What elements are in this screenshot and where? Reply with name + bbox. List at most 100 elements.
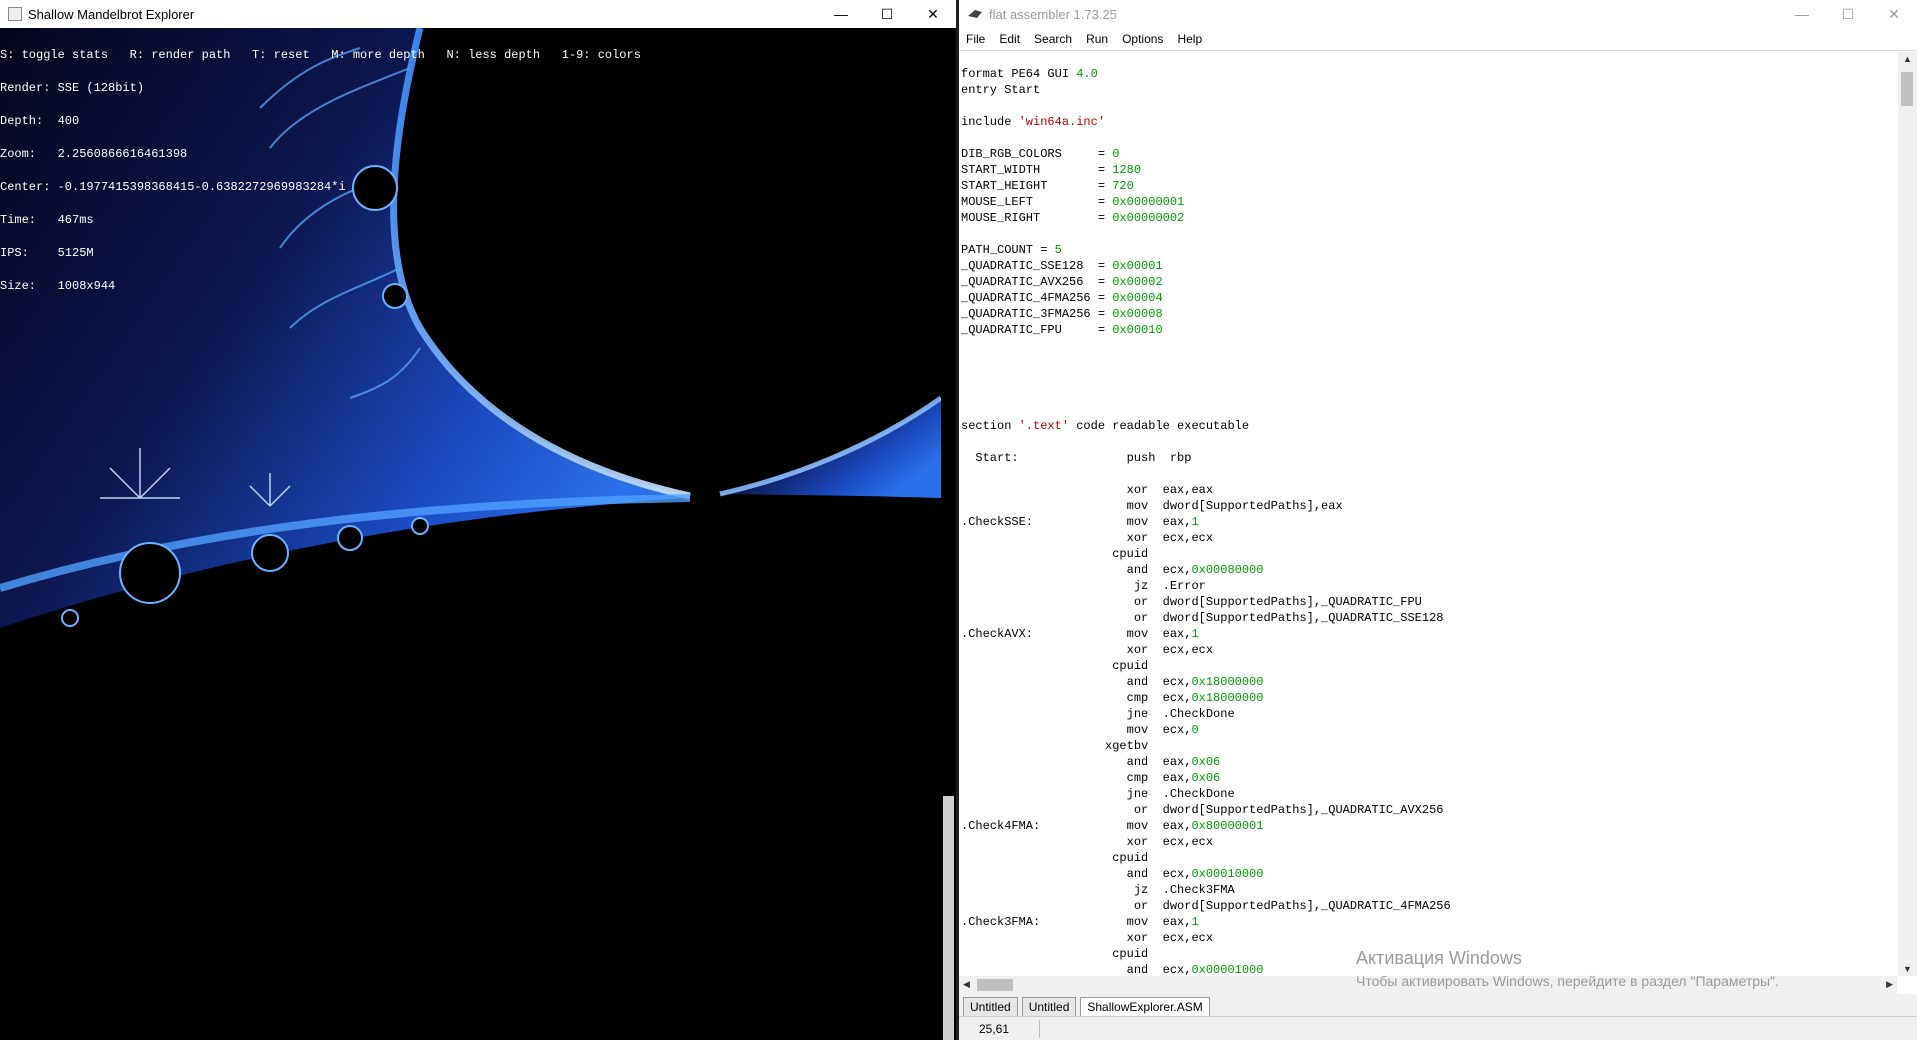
code-line[interactable]: _QUADRATIC_SSE128 = 0x00001 [961,258,1897,274]
code-line[interactable]: xor eax,eax [961,482,1897,498]
code-line[interactable]: _QUADRATIC_3FMA256 = 0x00008 [961,306,1897,322]
code-line[interactable]: .CheckAVX: mov eax,1 [961,626,1897,642]
maximize-button[interactable]: ☐ [1825,0,1871,28]
scroll-left-arrow-icon[interactable]: ◀ [963,979,970,990]
mandelbrot-titlebar[interactable]: Shallow Mandelbrot Explorer — ☐ ✕ [0,0,956,28]
maximize-button[interactable]: ☐ [864,0,910,28]
code-line[interactable]: MOUSE_RIGHT = 0x00000002 [961,210,1897,226]
code-line[interactable]: xgetbv [961,738,1897,754]
windows-activation-watermark: Активация Windows Чтобы активировать Win… [1356,948,1779,989]
code-line[interactable]: START_WIDTH = 1280 [961,162,1897,178]
code-text[interactable]: format PE64 GUI 4.0 entry Start include '… [959,52,1897,976]
cursor-position: 25,61 [979,1022,1010,1036]
code-line[interactable]: cpuid [961,546,1897,562]
code-line[interactable]: section '.text' code readable executable [961,418,1897,434]
code-line[interactable]: or dword[SupportedPaths],_QUADRATIC_4FMA… [961,898,1897,914]
code-line[interactable]: .CheckSSE: mov eax,1 [961,514,1897,530]
code-line[interactable] [961,354,1897,370]
editor-vertical-scrollbar[interactable]: ▲ ▼ [1898,52,1917,976]
status-bar: 25,61 [959,1016,1917,1040]
left-scrollbar-thumb[interactable] [943,796,954,1040]
code-line[interactable]: xor ecx,ecx [961,834,1897,850]
window-title: Shallow Mandelbrot Explorer [28,6,195,22]
code-line[interactable]: .Check4FMA: mov eax,0x80000001 [961,818,1897,834]
hud-line: Center: -0.1977415398368415-0.6382272969… [0,180,346,194]
code-line[interactable]: xor ecx,ecx [961,930,1897,946]
code-line[interactable]: and ecx,0x00010000 [961,866,1897,882]
code-line[interactable] [961,466,1897,482]
code-line[interactable]: jz .Error [961,578,1897,594]
hud-line: Time: 467ms [0,213,94,227]
code-line[interactable] [961,434,1897,450]
code-line[interactable] [961,98,1897,114]
code-line[interactable]: or dword[SupportedPaths],_QUADRATIC_SSE1… [961,610,1897,626]
scroll-down-arrow-icon[interactable]: ▼ [1903,964,1912,974]
code-line[interactable]: format PE64 GUI 4.0 [961,66,1897,82]
code-line[interactable]: entry Start [961,82,1897,98]
code-line[interactable]: jz .Check3FMA [961,882,1897,898]
code-line[interactable]: cpuid [961,850,1897,866]
code-line[interactable]: cmp eax,0x06 [961,770,1897,786]
menu-bar: File Edit Search Run Options Help [959,28,1917,51]
code-line[interactable]: xor ecx,ecx [961,642,1897,658]
menu-options[interactable]: Options [1115,32,1170,46]
code-line[interactable]: and ecx,0x00080000 [961,562,1897,578]
mandelbrot-window: Shallow Mandelbrot Explorer — ☐ ✕ S: tog… [0,0,956,1040]
code-line[interactable]: or dword[SupportedPaths],_QUADRATIC_FPU [961,594,1897,610]
code-line[interactable]: _QUADRATIC_4FMA256 = 0x00004 [961,290,1897,306]
code-line[interactable]: mov dword[SupportedPaths],eax [961,498,1897,514]
code-line[interactable]: cpuid [961,658,1897,674]
code-line[interactable]: include 'win64a.inc' [961,114,1897,130]
fasm-titlebar[interactable]: flat assembler 1.73.25 — ☐ ✕ [959,0,1917,28]
code-line[interactable] [961,386,1897,402]
app-icon [8,7,22,21]
tab-untitled-2[interactable]: Untitled [1021,997,1077,1016]
left-scrollbar[interactable] [941,28,956,1040]
tab-shallowexplorer-asm[interactable]: ShallowExplorer.ASM [1080,997,1210,1016]
code-line[interactable]: Start: push rbp [961,450,1897,466]
vertical-scrollbar-thumb[interactable] [1901,72,1913,106]
code-line[interactable]: jne .CheckDone [961,706,1897,722]
hud-line: Depth: 400 [0,114,80,128]
minimize-button[interactable]: — [818,0,864,28]
code-line[interactable]: _QUADRATIC_FPU = 0x00010 [961,322,1897,338]
menu-edit[interactable]: Edit [992,32,1027,46]
code-line[interactable]: PATH_COUNT = 5 [961,242,1897,258]
scroll-right-arrow-icon[interactable]: ▶ [1886,979,1893,990]
code-line[interactable]: mov ecx,0 [961,722,1897,738]
stats-overlay: S: toggle stats R: render path T: reset … [0,28,641,314]
menu-help[interactable]: Help [1170,32,1209,46]
code-line[interactable]: jne .CheckDone [961,786,1897,802]
window-title: flat assembler 1.73.25 [989,6,1117,22]
code-line[interactable]: and ecx,0x18000000 [961,674,1897,690]
fasm-app-icon [968,10,982,18]
close-button[interactable]: ✕ [1871,0,1917,28]
code-line[interactable]: START_HEIGHT = 720 [961,178,1897,194]
file-tabs: Untitled Untitled ShallowExplorer.ASM [959,994,1917,1016]
code-line[interactable]: xor ecx,ecx [961,530,1897,546]
code-line[interactable]: and eax,0x06 [961,754,1897,770]
menu-search[interactable]: Search [1027,32,1079,46]
hud-line: IPS: 5125M [0,246,94,260]
code-line[interactable] [961,370,1897,386]
fasm-window: flat assembler 1.73.25 — ☐ ✕ File Edit S… [959,0,1917,1040]
minimize-button[interactable]: — [1779,0,1825,28]
menu-run[interactable]: Run [1079,32,1115,46]
code-line[interactable]: _QUADRATIC_AVX256 = 0x00002 [961,274,1897,290]
hud-line: S: toggle stats R: render path T: reset … [0,48,641,62]
code-line[interactable]: cmp ecx,0x18000000 [961,690,1897,706]
code-line[interactable] [961,338,1897,354]
tab-untitled-1[interactable]: Untitled [963,997,1018,1016]
menu-file[interactable]: File [959,32,992,46]
code-line[interactable]: .Check3FMA: mov eax,1 [961,914,1897,930]
code-line[interactable] [961,226,1897,242]
scroll-up-arrow-icon[interactable]: ▲ [1903,54,1912,64]
code-line[interactable]: MOUSE_LEFT = 0x00000001 [961,194,1897,210]
horizontal-scrollbar-thumb[interactable] [977,979,1013,991]
close-button[interactable]: ✕ [910,0,956,28]
code-line[interactable] [961,402,1897,418]
code-line[interactable]: or dword[SupportedPaths],_QUADRATIC_AVX2… [961,802,1897,818]
code-line[interactable] [961,130,1897,146]
code-editor[interactable]: format PE64 GUI 4.0 entry Start include '… [959,52,1897,976]
code-line[interactable]: DIB_RGB_COLORS = 0 [961,146,1897,162]
